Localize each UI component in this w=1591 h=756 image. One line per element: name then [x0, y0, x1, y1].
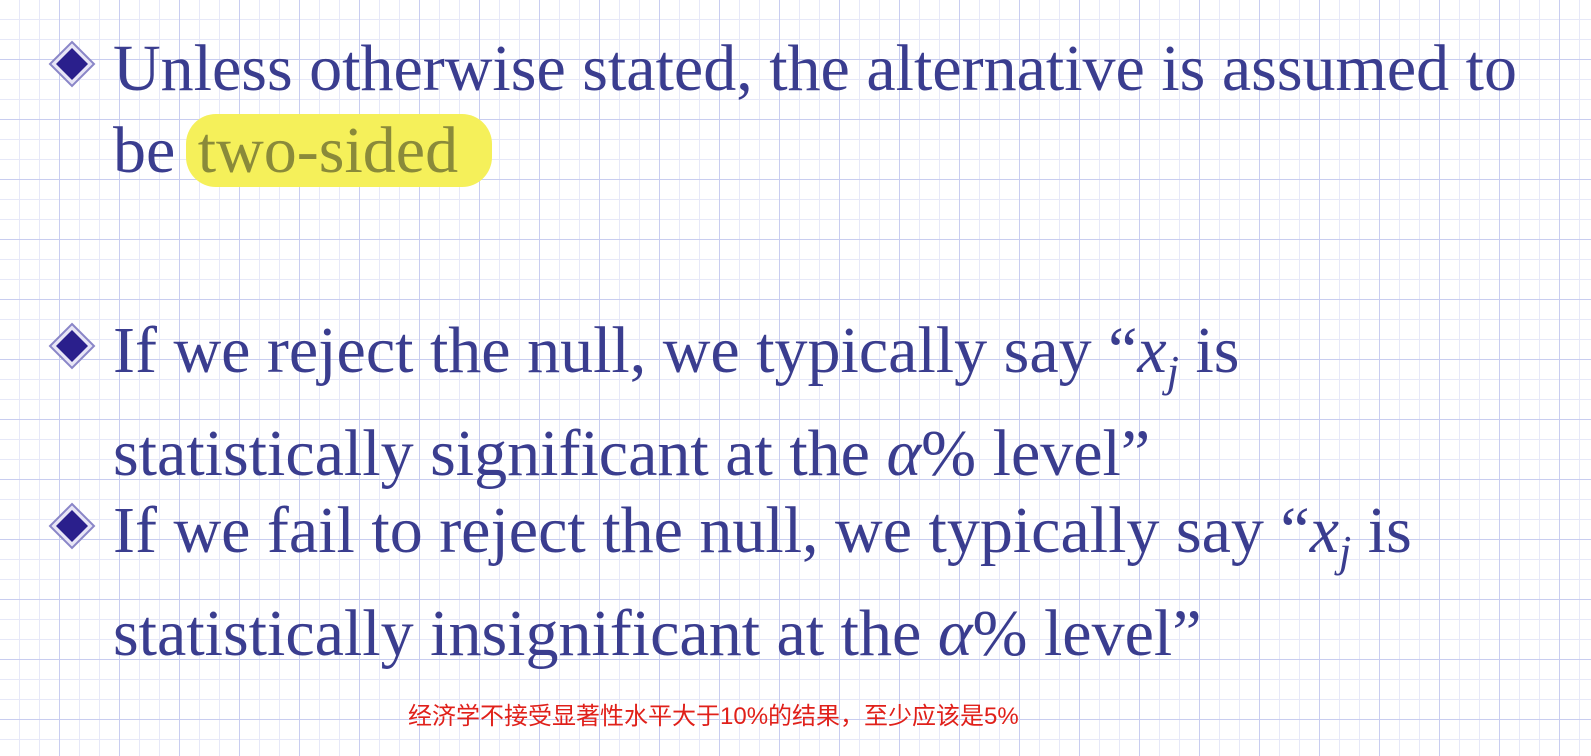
- bullet-1-text: Unless otherwise stated, the alternative…: [113, 28, 1551, 192]
- bullet-2-text: If we reject the null, we typically say …: [113, 310, 1551, 495]
- highlighted-phrase: two-sided: [185, 114, 493, 187]
- variable-x: x: [1137, 314, 1167, 387]
- highlight-text: two-sided: [197, 114, 459, 187]
- diamond-bullet-icon: [48, 502, 96, 550]
- alpha-symbol: α: [886, 417, 922, 490]
- variable-x: x: [1309, 494, 1339, 567]
- subscript-j: j: [1339, 527, 1352, 576]
- bullet-3-part-3: % level”: [972, 597, 1202, 670]
- diamond-bullet-icon: [48, 40, 96, 88]
- bullet-2-part-1: If we reject the null, we typically say …: [113, 314, 1138, 387]
- diamond-bullet-icon: [48, 322, 96, 370]
- subscript-j: j: [1166, 347, 1179, 396]
- bullet-2-part-3: % level”: [921, 417, 1151, 490]
- bullet-3-text: If we fail to reject the null, we typica…: [113, 490, 1551, 675]
- alpha-symbol: α: [937, 597, 973, 670]
- bullet-3-part-1: If we fail to reject the null, we typica…: [113, 494, 1310, 567]
- annotation-note: 经济学不接受显著性水平大于10%的结果，至少应该是5%: [408, 703, 1019, 730]
